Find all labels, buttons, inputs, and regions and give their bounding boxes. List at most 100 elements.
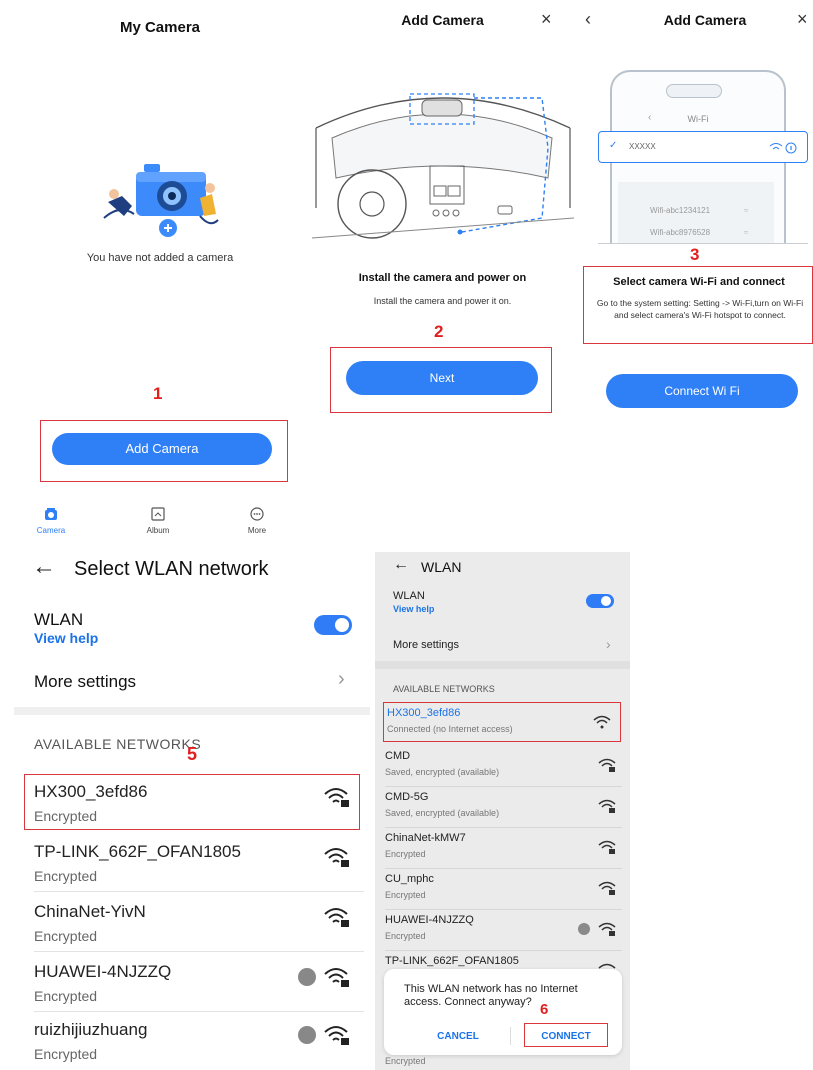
screen2-body: Install the camera and power it on.: [373, 296, 512, 306]
network-row[interactable]: TP-LINK_662F_OFAN1805 Encrypted: [34, 832, 364, 892]
network-status: Saved, encrypted (available): [385, 808, 500, 818]
step-6-label: 6: [540, 1001, 549, 1018]
phone-back-icon: ‹: [648, 112, 652, 123]
network-name: HX300_3efd86: [34, 782, 148, 801]
network-row[interactable]: HX300_3efd86 Connected (no Internet acce…: [387, 704, 617, 744]
back-arrow-icon[interactable]: ‹: [585, 9, 591, 30]
step-2-label: 2: [434, 322, 444, 341]
camera-icon: [45, 508, 57, 520]
network-name: TP-LINK_662F_OFAN1805: [385, 955, 519, 967]
wifi-info-icon: [769, 142, 797, 154]
network-row[interactable]: HUAWEI-4NJZZQ Encrypted: [34, 952, 364, 1012]
network-row[interactable]: HUAWEI-4NJZZQ Encrypted: [385, 911, 622, 951]
step-3-label: 3: [690, 245, 700, 264]
network-status: Encrypted: [34, 868, 98, 884]
network-row[interactable]: CU_mphc Encrypted: [385, 870, 622, 910]
network-status: Encrypted: [385, 931, 426, 941]
wifi-lock-icon: [598, 881, 616, 895]
network-name: ChinaNet-kMW7: [385, 832, 466, 844]
cancel-button[interactable]: CANCEL: [408, 1031, 508, 1042]
connect-dialog: This WLAN network has no Internet access…: [384, 969, 622, 1055]
nav-album[interactable]: Album: [138, 507, 178, 535]
network-name: HX300_3efd86: [387, 707, 461, 719]
chevron-right-icon: ›: [338, 668, 345, 690]
step-1-label: 1: [153, 384, 163, 403]
screen5-title: WLAN: [421, 559, 462, 575]
network-name: ruizhijiuzhuang: [34, 1020, 148, 1039]
wlan-label: WLAN: [34, 610, 84, 629]
network-row[interactable]: CMD Saved, encrypted (available): [385, 747, 622, 787]
network-name: HUAWEI-4NJZZQ: [34, 962, 172, 981]
nav-camera[interactable]: Camera: [34, 507, 68, 535]
network-status: Connected (no Internet access): [387, 724, 513, 734]
screen1-title: My Camera: [119, 19, 201, 36]
network-status: Encrypted: [385, 849, 426, 859]
wifi-lock-icon: [324, 848, 349, 867]
wifi-lock-icon: [598, 799, 616, 813]
more-settings-item[interactable]: More settings: [34, 672, 136, 692]
car-install-illustration: [312, 93, 574, 239]
close-icon[interactable]: ×: [797, 9, 808, 30]
screen2-title: Add Camera: [401, 12, 484, 28]
wlan-label: WLAN: [393, 590, 425, 602]
phone-list-item: Wifi-abc8976528: [650, 228, 711, 237]
nav-more[interactable]: More: [240, 507, 274, 535]
network-status: Saved, encrypted (available): [385, 767, 500, 777]
wifi-lock-icon: [324, 1026, 349, 1045]
next-button[interactable]: Next: [346, 361, 538, 395]
wifi-lock-icon: [598, 922, 616, 936]
network-name: TP-LINK_662F_OFAN1805: [34, 842, 241, 861]
album-icon: [151, 507, 165, 521]
wlan-toggle[interactable]: [586, 594, 614, 608]
wlan-panel: ← WLAN WLAN View help More settings › AV…: [375, 552, 630, 1070]
available-networks-heading: AVAILABLE NETWORKS: [34, 736, 202, 752]
camera-illustration: [103, 164, 219, 237]
step-5-label: 5: [187, 744, 198, 764]
vpn-badge-icon: [298, 968, 316, 986]
connect-wifi-button[interactable]: Connect Wi Fi: [606, 374, 798, 408]
network-name: CMD-5G: [385, 791, 429, 803]
network-name: ChinaNet-YivN: [34, 902, 146, 921]
wifi-icon: [593, 715, 611, 729]
network-status: Encrypted: [34, 1046, 98, 1062]
network-row[interactable]: ChinaNet-YivN Encrypted: [34, 892, 364, 952]
screen3-title: Add Camera: [663, 12, 747, 28]
connect-button[interactable]: CONNECT: [524, 1031, 608, 1042]
network-row[interactable]: ChinaNet-kMW7 Encrypted: [385, 829, 622, 869]
screen3-body: Go to the system setting: Setting -> Wi-…: [596, 298, 804, 320]
network-row[interactable]: HX300_3efd86 Encrypted: [34, 772, 364, 832]
network-status: Encrypted: [34, 988, 98, 1004]
view-help-link[interactable]: View help: [34, 630, 98, 646]
wifi-lock-icon: [598, 840, 616, 854]
check-icon: ✓: [609, 140, 618, 151]
wlan-toggle[interactable]: [314, 615, 352, 635]
network-name: HUAWEI-4NJZZQ: [385, 914, 474, 926]
network-row[interactable]: CMD-5G Saved, encrypted (available): [385, 788, 622, 828]
available-networks-heading: AVAILABLE NETWORKS: [393, 684, 495, 694]
view-help-link[interactable]: View help: [393, 604, 434, 614]
network-status: Encrypted: [34, 808, 98, 824]
empty-state-text: You have not added a camera: [86, 252, 234, 264]
more-settings-item[interactable]: More settings: [393, 639, 459, 651]
screen3-heading: Select camera Wi-Fi and connect: [613, 276, 785, 288]
nav-album-label: Album: [146, 526, 170, 535]
dialog-message: This WLAN network has no Internet access…: [404, 983, 578, 1008]
back-arrow-icon[interactable]: ←: [393, 556, 409, 574]
wifi-lock-icon: [324, 788, 349, 807]
add-camera-button[interactable]: Add Camera: [52, 433, 272, 465]
bottom-nav: Camera Album More: [34, 507, 274, 543]
phone-list-item: Wifi-abc1234121: [650, 206, 711, 215]
wifi-icon: ≈: [744, 206, 749, 215]
close-icon[interactable]: ×: [541, 9, 552, 30]
chevron-right-icon: ›: [606, 636, 611, 652]
network-name: CMD: [385, 750, 411, 762]
nav-more-label: More: [247, 526, 267, 535]
network-row[interactable]: ruizhijiuzhuang Encrypted: [34, 1010, 364, 1070]
network-status: Encrypted: [385, 890, 426, 900]
network-name: CU_mphc: [385, 873, 434, 885]
phone-wifi-header: Wi-Fi: [687, 114, 709, 124]
phone-selected-name: XXXXX: [629, 142, 656, 151]
screen4-title: Select WLAN network: [74, 558, 269, 580]
back-arrow-icon[interactable]: ←: [32, 553, 56, 581]
wifi-lock-icon: [324, 908, 349, 927]
